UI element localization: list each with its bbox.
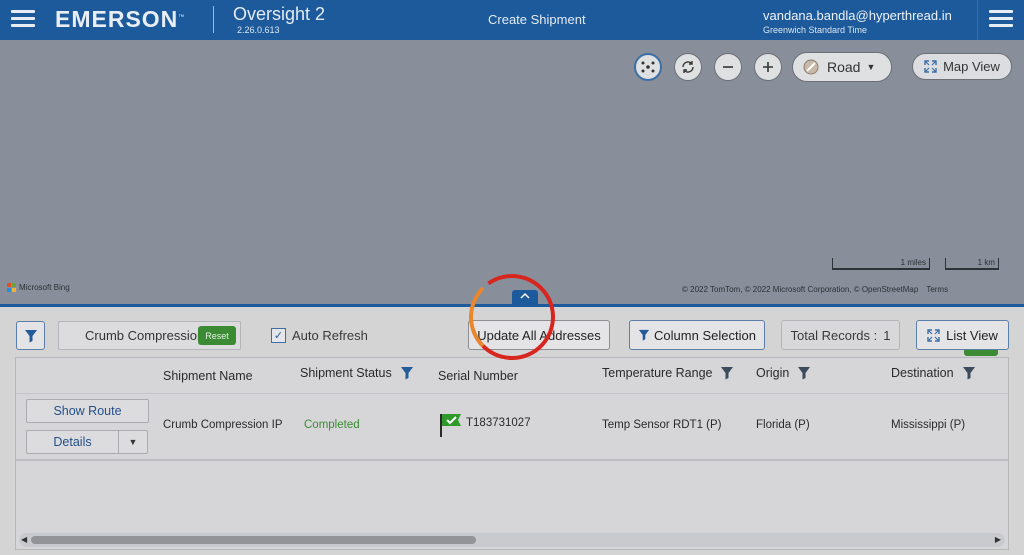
total-records-count: 1: [883, 327, 891, 343]
zoom-out-button[interactable]: [714, 53, 742, 81]
column-header-shipment-name[interactable]: Shipment Name: [163, 369, 253, 383]
column-header-destination[interactable]: Destination: [891, 366, 976, 380]
minus-icon: [723, 66, 733, 68]
cell-temperature-range: Temp Sensor RDT1 (P): [602, 419, 722, 431]
app-version: 2.26.0.613: [237, 25, 280, 35]
update-all-addresses-button[interactable]: Update All Addresses: [468, 320, 610, 350]
rotate-button[interactable]: [674, 53, 702, 81]
zoom-in-button[interactable]: [754, 53, 782, 81]
cell-shipment-name: Crumb Compression IP: [163, 419, 283, 431]
expand-icon: [927, 328, 940, 342]
details-dropdown-button[interactable]: ▼: [118, 430, 148, 454]
caret-down-icon: ▼: [866, 62, 876, 72]
reset-button[interactable]: Reset: [198, 326, 236, 345]
user-timezone: Greenwich Standard Time: [763, 25, 868, 35]
shipments-table: Shipment Name Shipment Status Serial Num…: [15, 357, 1009, 550]
cell-origin: Florida (P): [756, 419, 810, 431]
scrollbar-thumb[interactable]: [31, 536, 476, 544]
details-button[interactable]: Details: [26, 430, 118, 454]
total-records-label: Total Records :: [790, 327, 878, 343]
road-icon: [803, 59, 819, 75]
column-selection-button[interactable]: Column Selection: [629, 320, 765, 350]
map-view-label: Map View: [943, 59, 1000, 74]
column-header-serial-number[interactable]: Serial Number: [438, 369, 518, 383]
auto-refresh-label: Auto Refresh: [292, 328, 368, 343]
list-view-active-indicator: [964, 350, 998, 356]
bing-logo: Microsoft Bing: [7, 283, 70, 292]
chevron-up-icon: [520, 292, 530, 299]
expand-icon: [924, 60, 937, 73]
total-records: Total Records : 1: [781, 320, 900, 350]
list-view-label: List View: [946, 327, 998, 343]
row-divider: [16, 459, 1008, 461]
flag-check-icon: [439, 412, 463, 443]
plus-icon: [763, 62, 773, 72]
map-view-button[interactable]: Map View: [912, 53, 1012, 80]
collapse-map-button[interactable]: [512, 290, 538, 305]
caret-down-icon: ▼: [128, 437, 138, 447]
cluster-button[interactable]: [634, 53, 662, 81]
cell-serial-number[interactable]: T183731027: [466, 417, 531, 429]
cell-shipment-status: Completed: [304, 419, 360, 431]
page-title: Create Shipment: [488, 12, 586, 27]
user-email[interactable]: vandana.bandla@hyperthread.in: [763, 8, 952, 23]
brand-divider: [213, 6, 214, 33]
column-selection-label: Column Selection: [654, 327, 756, 343]
column-header-origin[interactable]: Origin: [756, 366, 811, 380]
filter-icon[interactable]: [962, 366, 976, 380]
product-name: Oversight 2: [233, 4, 326, 24]
filter-icon: [638, 329, 650, 341]
map-copyright: © 2022 TomTom, © 2022 Microsoft Corporat…: [682, 285, 949, 294]
auto-refresh-checkbox[interactable]: ✓: [271, 328, 286, 343]
map-area[interactable]: Road ▼ Map View Microsoft Bing 1 miles 1…: [0, 40, 1024, 304]
scroll-left-icon[interactable]: ◀: [21, 535, 27, 544]
app-header: EMERSON™ Oversight 2 2.26.0.613 Create S…: [0, 0, 1024, 40]
filter-icon[interactable]: [720, 366, 734, 380]
filter-toggle-button[interactable]: [16, 321, 45, 350]
scroll-right-icon[interactable]: ▶: [995, 535, 1001, 544]
filter-icon[interactable]: [400, 366, 414, 380]
map-style-dropdown[interactable]: Road ▼: [792, 52, 892, 82]
scale-miles: 1 miles: [832, 258, 930, 270]
cell-destination: Mississippi (P): [891, 419, 966, 431]
menu-icon[interactable]: [11, 10, 35, 30]
filter-icon[interactable]: [797, 366, 811, 380]
brand-logo: EMERSON™: [55, 6, 186, 32]
horizontal-scrollbar[interactable]: ◀ ▶: [19, 533, 1005, 547]
terms-link[interactable]: Terms: [926, 285, 948, 294]
cluster-icon: [641, 61, 655, 73]
filter-icon: [24, 329, 37, 342]
header-divider: [977, 0, 978, 40]
column-header-shipment-status[interactable]: Shipment Status: [300, 366, 414, 380]
list-view-button[interactable]: List View: [916, 320, 1009, 350]
show-route-button[interactable]: Show Route: [26, 399, 149, 423]
scale-km: 1 km: [945, 258, 999, 270]
user-menu-icon[interactable]: [989, 10, 1013, 30]
rotate-icon: [682, 61, 694, 73]
column-header-temperature-range[interactable]: Temperature Range: [602, 366, 734, 380]
auto-refresh-toggle[interactable]: ✓ Auto Refresh: [271, 328, 368, 343]
header-divider: [16, 393, 1008, 394]
map-style-label: Road: [827, 59, 861, 75]
